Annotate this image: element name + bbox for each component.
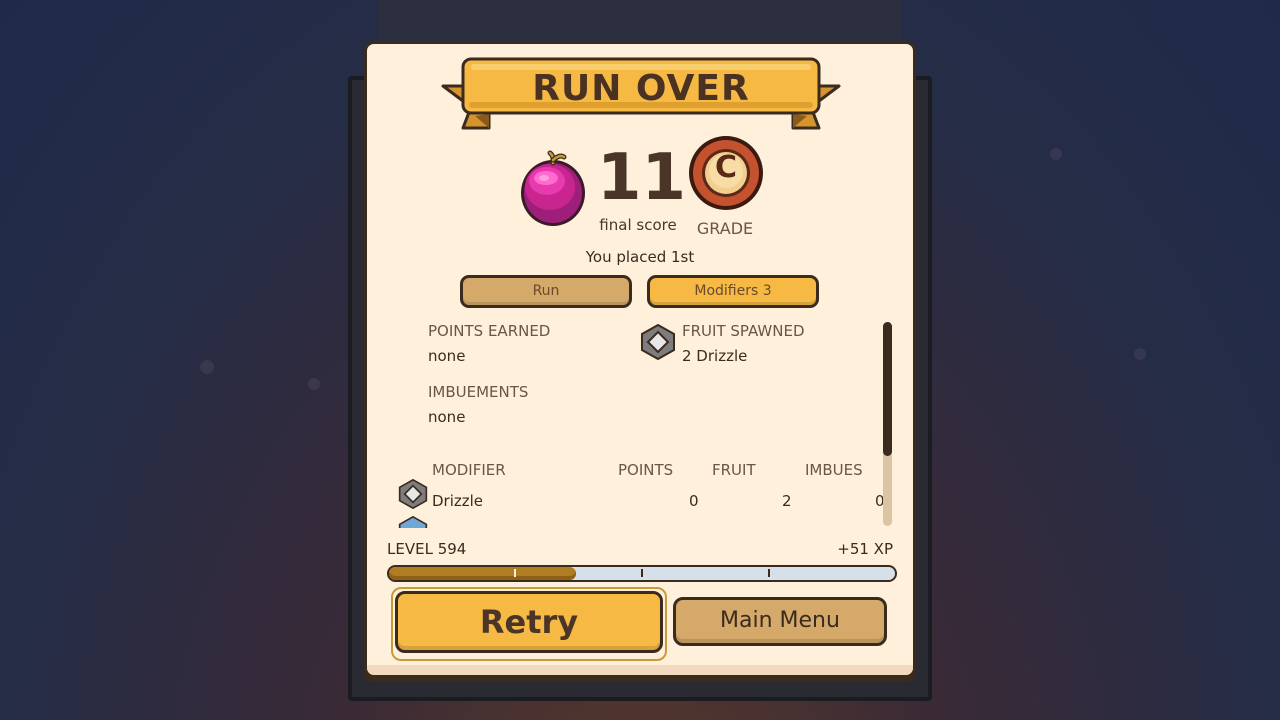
xp-progress-fill (389, 567, 577, 580)
drizzle-modifier-icon (641, 324, 675, 360)
run-over-panel: RUN OVER 11 final score C GRADE You plac… (364, 41, 916, 678)
xp-gain-label: +51 XP (837, 540, 893, 558)
row-fruit: 2 (782, 492, 792, 510)
panel-bottom-edge (367, 665, 913, 675)
modifiers-content: POINTS EARNED none IMBUEMENTS none FRUIT… (367, 316, 913, 528)
main-menu-button[interactable]: Main Menu (673, 597, 887, 646)
row-points: 0 (689, 492, 699, 510)
points-earned-title: POINTS EARNED (428, 322, 551, 340)
imbuements-title: IMBUEMENTS (428, 383, 529, 401)
xp-tick (768, 569, 770, 577)
content-scrollbar[interactable] (883, 322, 892, 526)
tab-run[interactable]: Run (460, 275, 632, 308)
background-sparkle (200, 360, 214, 374)
final-score-label: final score (599, 216, 677, 234)
fruit-spawned-title: FRUIT SPAWNED (682, 322, 805, 340)
tab-modifiers[interactable]: Modifiers 3 (647, 275, 819, 308)
plum-fruit-icon (521, 150, 585, 226)
scrollbar-thumb[interactable] (883, 322, 892, 456)
grade-letter: C (714, 150, 738, 185)
background-sparkle (1134, 348, 1146, 360)
drizzle-modifier-icon (398, 479, 428, 509)
placement-text: You placed 1st (585, 248, 695, 266)
column-header-points: POINTS (618, 461, 674, 479)
row-modifier-name: Drizzle (432, 492, 484, 510)
points-earned-value: none (428, 347, 466, 365)
column-header-fruit: FRUIT (712, 461, 756, 479)
background-sparkle (308, 378, 320, 390)
title-text: RUN OVER (532, 68, 750, 109)
grade-label: GRADE (696, 219, 754, 238)
retry-button[interactable]: Retry (395, 591, 663, 653)
column-header-modifier: MODIFIER (432, 461, 506, 479)
column-header-imbues: IMBUES (805, 461, 863, 479)
final-score-value: 11 (597, 141, 687, 215)
xp-tick (514, 569, 516, 577)
fruit-spawned-value: 2 Drizzle (682, 347, 748, 365)
background-sparkle (1050, 148, 1062, 160)
xp-tick (641, 569, 643, 577)
level-label: LEVEL 594 (387, 540, 467, 558)
partial-modifier-icon (398, 516, 428, 528)
imbuements-value: none (428, 408, 466, 426)
xp-progress-bar (387, 565, 897, 582)
